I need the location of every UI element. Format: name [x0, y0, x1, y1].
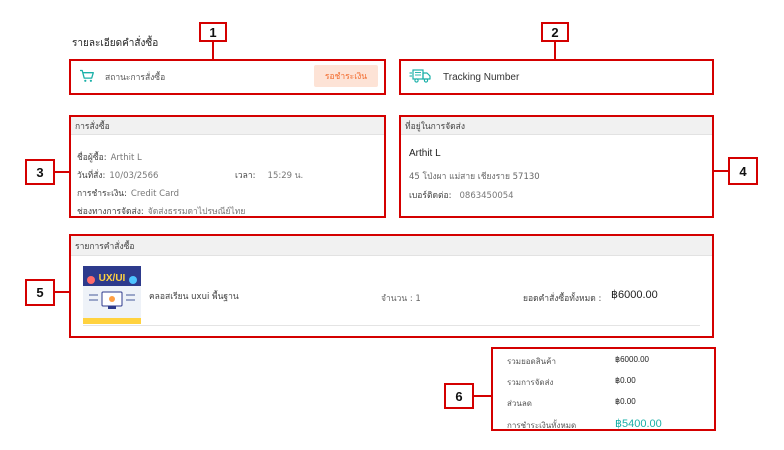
buyer-value: Arthit L: [110, 153, 142, 163]
product-total-value: ฿6000.00: [611, 289, 658, 301]
product-thumbnail-text: UX/UI: [99, 273, 126, 284]
callout-1-badge: 1: [199, 22, 227, 42]
discount-label: ส่วนลด: [507, 399, 532, 408]
order-info-title: การสั่งซื้อ: [71, 117, 384, 135]
shipping-address-title: ที่อยู่ในการจัดส่ง: [401, 117, 712, 135]
product-quantity: จำนวน : 1: [381, 294, 421, 304]
callout-3-connector: [55, 171, 69, 173]
callout-2-badge: 2: [541, 22, 569, 42]
product-name: คลอสเรียน uxui พื้นฐาน: [149, 292, 239, 302]
grand-total-value: ฿5400.00: [615, 418, 662, 430]
callout-3-badge: 3: [25, 159, 55, 185]
shipping-channel-value: จัดส่งธรรมดาไปรษณีย์ไทย: [147, 207, 246, 217]
shipping-channel-label: ช่องทางการจัดส่ง:: [77, 207, 144, 217]
product-thumbnail[interactable]: UX/UI: [83, 266, 141, 324]
list-item[interactable]: UX/UI คลอสเรียน uxui พื้นฐาน จำนวน : 1 ย…: [83, 266, 700, 326]
truck-icon: [409, 68, 431, 87]
order-items-title: รายการคำสั่งซื้อ: [71, 236, 712, 256]
order-time-value: 15:29 น.: [267, 171, 304, 181]
recipient-name: Arthit L: [409, 148, 441, 159]
order-items-panel: รายการคำสั่งซื้อ UX/UI คลอสเรียน uxui พื…: [69, 234, 714, 338]
subtotal-value: ฿6000.00: [615, 355, 650, 364]
order-time-line: เวลา: 15:29 น.: [235, 168, 303, 182]
callout-2-connector: [554, 42, 556, 59]
order-date-line: วันที่สั่ง: 10/03/2566: [77, 168, 158, 182]
callout-6-badge: 6: [444, 383, 474, 409]
callout-4-connector: [713, 170, 728, 172]
callout-5-badge: 5: [25, 279, 55, 306]
order-status-label: สถานะการสั่งซื้อ: [105, 73, 166, 83]
order-date-label: วันที่สั่ง:: [77, 171, 106, 181]
shipping-channel-line: ช่องทางการจัดส่ง: จัดส่งธรรมดาไปรษณีย์ไทย: [77, 204, 245, 218]
payment-summary-panel: รวมยอดสินค้า ฿6000.00 รวมการจัดส่ง ฿0.00…: [491, 347, 716, 431]
grand-total-label: การชำระเงินทั้งหมด: [507, 421, 577, 430]
tracking-number-label: Tracking Number: [443, 71, 520, 83]
buyer-line: ชื่อผู้ซื้อ: Arthit L: [77, 150, 142, 164]
buyer-label: ชื่อผู้ซื้อ:: [77, 153, 107, 163]
order-status-panel: สถานะการสั่งซื้อ รอชำระเงิน: [69, 59, 386, 95]
payment-method-value: Credit Card: [130, 189, 180, 199]
page-title: รายละเอียดคำสั่งซื้อ: [72, 38, 159, 49]
recipient-address: 45 โป่งผา แม่สาย เชียงราย 57130: [409, 172, 540, 182]
callout-6-connector: [474, 395, 491, 397]
tracking-panel: Tracking Number: [399, 59, 714, 95]
callout-4-badge: 4: [728, 157, 758, 185]
recipient-phone-label: เบอร์ติดต่อ:: [409, 191, 452, 201]
callout-5-connector: [55, 291, 69, 293]
shipping-total-value: ฿0.00: [615, 376, 636, 385]
cart-icon: [79, 69, 95, 86]
shipping-total-label: รวมการจัดส่ง: [507, 378, 554, 387]
order-info-panel: การสั่งซื้อ ชื่อผู้ซื้อ: Arthit L วันที่ส…: [69, 115, 386, 218]
order-date-value: 10/03/2566: [109, 171, 159, 181]
recipient-phone-value: 0863450054: [459, 191, 514, 201]
order-time-label: เวลา:: [235, 171, 256, 181]
callout-1-connector: [212, 42, 214, 59]
discount-value: ฿0.00: [615, 397, 636, 406]
recipient-phone-line: เบอร์ติดต่อ: 0863450054: [409, 188, 514, 202]
payment-method-line: การชำระเงิน: Credit Card: [77, 186, 179, 200]
subtotal-label: รวมยอดสินค้า: [507, 357, 556, 366]
payment-status-badge: รอชำระเงิน: [314, 65, 378, 87]
shipping-address-panel: ที่อยู่ในการจัดส่ง Arthit L 45 โป่งผา แม…: [399, 115, 714, 218]
payment-method-label: การชำระเงิน:: [77, 189, 127, 199]
product-total-label: ยอดคำสั่งซื้อทั้งหมด :: [523, 294, 602, 304]
